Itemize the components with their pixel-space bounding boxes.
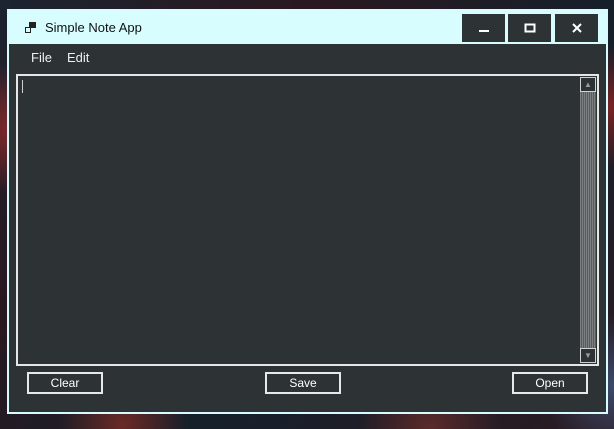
note-text-area[interactable]: ▲ ▼ [16,74,599,366]
scroll-up-button[interactable]: ▲ [580,77,596,92]
minimize-button[interactable] [461,13,506,43]
close-icon [571,23,582,33]
app-icon [25,22,36,33]
window-title: Simple Note App [45,20,142,35]
menu-file[interactable]: File [31,50,52,65]
arrow-down-icon: ▼ [584,351,592,360]
menu-edit[interactable]: Edit [67,50,89,65]
close-button[interactable] [554,13,599,43]
vertical-scrollbar[interactable]: ▲ ▼ [580,77,596,363]
title-bar[interactable]: Simple Note App [9,11,606,44]
maximize-button[interactable] [507,13,552,43]
minimize-icon [478,30,489,32]
text-caret [22,80,23,93]
maximize-icon [524,23,535,33]
menu-bar: File Edit [9,44,606,72]
app-window: Simple Note App File Edit ▲ ▼ Clear Save… [7,9,608,414]
clear-button[interactable]: Clear [27,372,103,394]
scroll-down-button[interactable]: ▼ [580,348,596,363]
open-button[interactable]: Open [512,372,588,394]
arrow-up-icon: ▲ [584,80,592,89]
save-button[interactable]: Save [265,372,341,394]
